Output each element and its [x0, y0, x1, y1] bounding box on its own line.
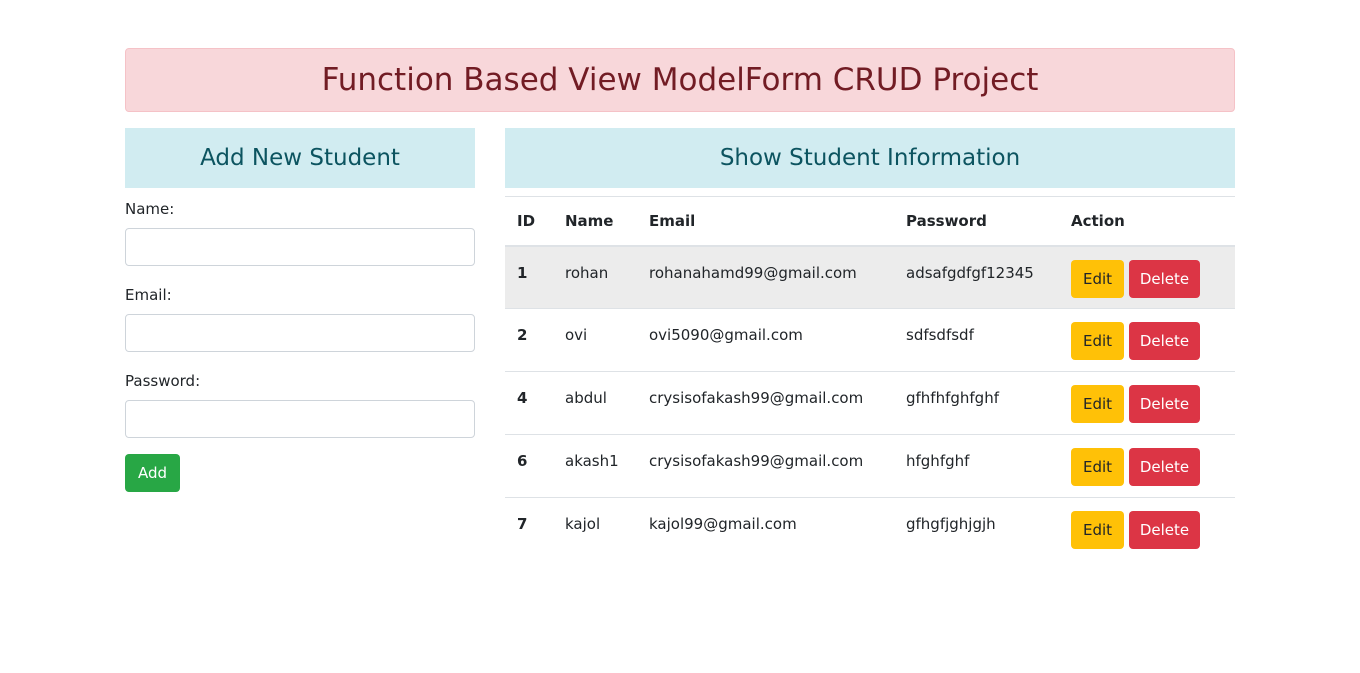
row-password-cell: gfhgfjghjgjh	[894, 497, 1059, 561]
row-email-cell: ovi5090@gmail.com	[637, 308, 894, 372]
column-header-name: Name	[553, 196, 637, 247]
row-email-cell: crysisofakash99@gmail.com	[637, 434, 894, 498]
column-header-password: Password	[894, 196, 1059, 247]
page-title: Function Based View ModelForm CRUD Proje…	[321, 62, 1039, 98]
row-password: gfhfhfghfghf	[906, 389, 999, 407]
edit-button[interactable]: Edit	[1071, 511, 1124, 549]
row-email-cell: crysisofakash99@gmail.com	[637, 371, 894, 435]
row-action-cell: Edit Delete	[1059, 308, 1235, 372]
row-name-cell: kajol	[553, 497, 637, 561]
row-password-cell: hfghfghf	[894, 434, 1059, 498]
row-action-cell: Edit Delete	[1059, 497, 1235, 561]
add-student-form: Name: Email: Password: Add	[125, 188, 475, 492]
page-title-banner: Function Based View ModelForm CRUD Proje…	[125, 48, 1235, 112]
row-name-cell: akash1	[553, 434, 637, 498]
table-row: 2 ovi ovi5090@gmail.com sdfsdfsdf Edit De…	[505, 308, 1235, 372]
row-password: adsafgdfgf12345	[906, 263, 1034, 282]
table-row: 1 rohan rohanahamd99@gmail.com adsafgdfg…	[505, 245, 1235, 309]
row-password: gfhgfjghjgjh	[906, 515, 996, 533]
name-label: Name:	[125, 200, 175, 218]
row-name-cell: abdul	[553, 371, 637, 435]
row-email: kajol99@gmail.com	[649, 515, 797, 533]
email-label: Email:	[125, 286, 172, 304]
row-action-cell: Edit Delete	[1059, 434, 1235, 498]
row-name: rohan	[565, 263, 609, 282]
row-email-cell: rohanahamd99@gmail.com	[637, 246, 894, 309]
table-row: 6 akash1 crysisofakash99@gmail.com hfghf…	[505, 434, 1235, 498]
row-name: akash1	[565, 452, 619, 470]
row-email: ovi5090@gmail.com	[649, 326, 803, 344]
row-password-cell: sdfsdfsdf	[894, 308, 1059, 372]
name-input[interactable]	[125, 228, 475, 266]
row-action-cell: Edit Delete	[1059, 371, 1235, 435]
row-name-cell: ovi	[553, 308, 637, 372]
delete-button[interactable]: Delete	[1129, 385, 1200, 423]
column-header-id: ID	[505, 196, 553, 247]
row-password-cell: gfhfhfghfghf	[894, 371, 1059, 435]
delete-button[interactable]: Delete	[1129, 259, 1200, 298]
edit-button[interactable]: Edit	[1071, 322, 1124, 360]
delete-button[interactable]: Delete	[1129, 448, 1200, 486]
edit-button[interactable]: Edit	[1071, 385, 1124, 423]
row-id-cell: 4	[505, 371, 553, 435]
delete-button[interactable]: Delete	[1129, 322, 1200, 360]
row-name: ovi	[565, 326, 588, 344]
row-name: kajol	[565, 515, 601, 533]
row-password: sdfsdfsdf	[906, 326, 974, 344]
row-id: 7	[517, 515, 528, 533]
add-student-heading-text: Add New Student	[200, 145, 400, 171]
row-password: hfghfghf	[906, 452, 970, 470]
add-student-panel: Add New Student Name: Email: Password: A…	[125, 128, 475, 492]
student-info-heading: Show Student Information	[505, 128, 1235, 188]
row-id-cell: 6	[505, 434, 553, 498]
student-info-heading-text: Show Student Information	[719, 145, 1021, 171]
row-id-cell: 2	[505, 308, 553, 372]
email-input[interactable]	[125, 314, 475, 352]
row-id: 6	[517, 452, 528, 470]
student-info-panel: Show Student Information ID Name Email P…	[505, 128, 1235, 561]
table-row: 4 abdul crysisofakash99@gmail.com gfhfhf…	[505, 371, 1235, 435]
edit-button[interactable]: Edit	[1071, 448, 1124, 486]
edit-button[interactable]: Edit	[1071, 259, 1124, 298]
add-student-heading: Add New Student	[125, 128, 475, 188]
row-id-cell: 1	[505, 246, 553, 309]
row-id: 1	[517, 263, 528, 282]
add-button[interactable]: Add	[125, 454, 180, 492]
row-email: crysisofakash99@gmail.com	[649, 452, 864, 470]
table-header-row: ID Name Email Password Action	[505, 196, 1235, 247]
row-email: rohanahamd99@gmail.com	[649, 263, 857, 282]
table-row: 7 kajol kajol99@gmail.com gfhgfjghjgjh E…	[505, 497, 1235, 561]
row-name: abdul	[565, 389, 607, 407]
row-id-cell: 7	[505, 497, 553, 561]
password-input[interactable]	[125, 400, 475, 438]
student-table: ID Name Email Password Action 1 rohan ro…	[505, 196, 1235, 561]
row-id: 2	[517, 326, 528, 344]
row-password-cell: adsafgdfgf12345	[894, 246, 1059, 309]
delete-button[interactable]: Delete	[1129, 511, 1200, 549]
row-email: crysisofakash99@gmail.com	[649, 389, 864, 407]
column-header-action: Action	[1059, 196, 1235, 247]
row-email-cell: kajol99@gmail.com	[637, 497, 894, 561]
row-action-cell: Edit Delete	[1059, 246, 1235, 309]
row-id: 4	[517, 389, 528, 407]
row-name-cell: rohan	[553, 246, 637, 309]
password-label: Password:	[125, 372, 201, 390]
column-header-email: Email	[637, 196, 894, 247]
